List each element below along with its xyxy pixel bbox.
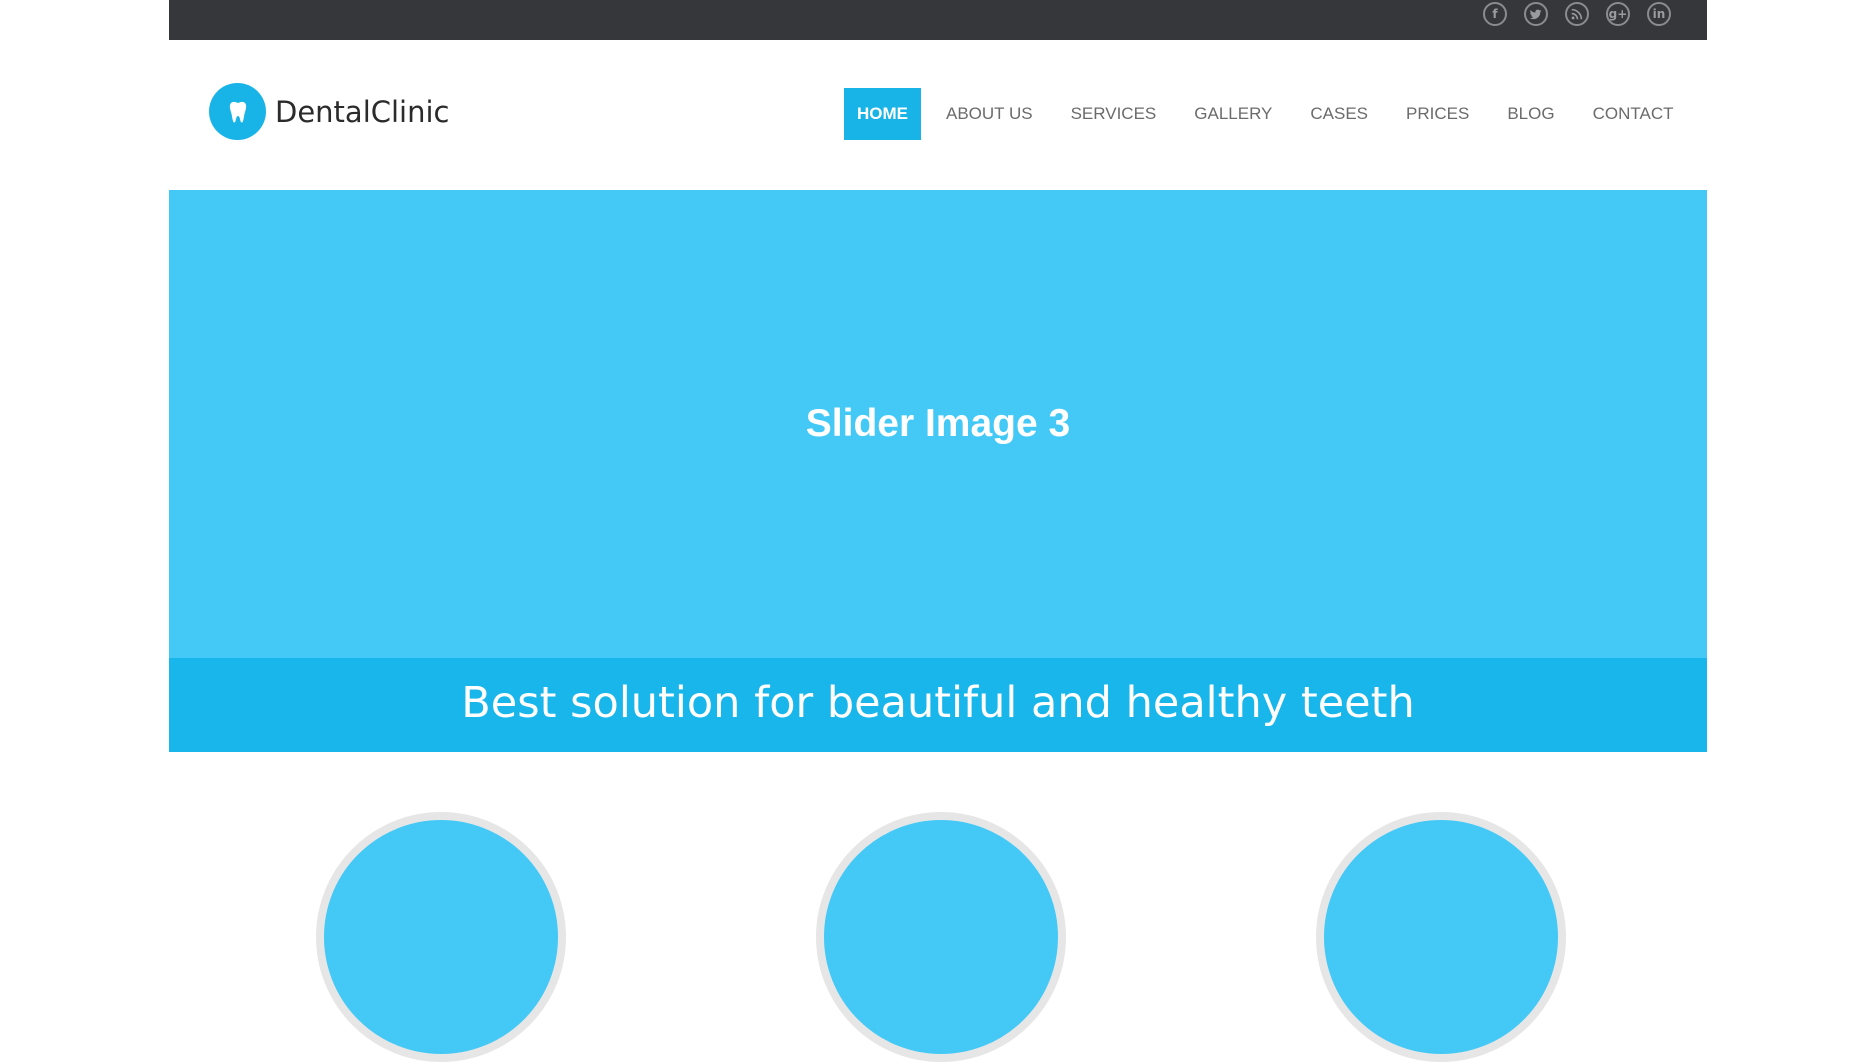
logo[interactable]: DentalClinic [209,83,450,140]
slider-caption-bar: Best solution for beautiful and healthy … [169,658,1707,752]
feature-circle-3[interactable] [1316,812,1566,1062]
rss-glyph [1571,8,1583,20]
top-bar: f g+ in [169,0,1707,40]
twitter-icon[interactable] [1524,2,1548,26]
page-container: f g+ in DentalClinic HOME ABOUT US SERVI… [169,0,1707,1062]
social-links: f g+ in [1483,2,1671,26]
nav-home[interactable]: HOME [844,88,921,140]
logo-text: DentalClinic [275,94,450,129]
google-plus-glyph: g+ [1608,7,1628,21]
linkedin-icon[interactable]: in [1647,2,1671,26]
facebook-glyph: f [1492,7,1498,21]
feature-circle-1[interactable] [316,812,566,1062]
nav-about-us[interactable]: ABOUT US [933,88,1046,140]
nav-services[interactable]: SERVICES [1058,88,1170,140]
nav-cases[interactable]: CASES [1297,88,1381,140]
hero-slider[interactable]: Slider Image 3 [169,190,1707,658]
slider-image-label: Slider Image 3 [805,402,1071,445]
nav-blog[interactable]: BLOG [1494,88,1567,140]
nav-prices[interactable]: PRICES [1393,88,1482,140]
nav-gallery[interactable]: GALLERY [1181,88,1285,140]
nav-contact[interactable]: CONTACT [1580,88,1687,140]
rss-icon[interactable] [1565,2,1589,26]
linkedin-glyph: in [1652,7,1666,21]
google-plus-icon[interactable]: g+ [1606,2,1630,26]
slider-caption: Best solution for beautiful and healthy … [461,678,1415,728]
main-nav: HOME ABOUT US SERVICES GALLERY CASES PRI… [844,88,1698,140]
twitter-glyph [1529,9,1542,20]
site-header: DentalClinic HOME ABOUT US SERVICES GALL… [169,40,1707,190]
feature-circle-2[interactable] [816,812,1066,1062]
tooth-icon [209,83,266,140]
facebook-icon[interactable]: f [1483,2,1507,26]
